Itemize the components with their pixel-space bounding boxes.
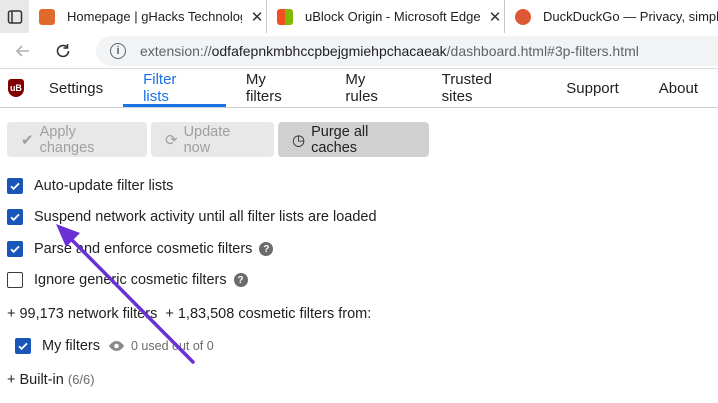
tab-trusted-sites[interactable]: Trusted sites bbox=[422, 69, 547, 107]
my-filters-usage: 0 used out of 0 bbox=[131, 339, 214, 353]
browser-tab-ghacks[interactable]: Homepage | gHacks Technology News ✕ bbox=[29, 0, 267, 33]
option-auto-update: Auto-update filter lists bbox=[7, 178, 173, 194]
tab-my-filters[interactable]: My filters bbox=[226, 69, 326, 107]
option-suspend-network: Suspend network activity until all filte… bbox=[7, 209, 377, 225]
refresh-icon: ⟳ bbox=[165, 131, 178, 149]
cosmetic-filters-label: Parse and enforce cosmetic filters bbox=[34, 241, 253, 257]
filter-summary: + 99,173 network filters + 1,83,508 cosm… bbox=[7, 306, 371, 322]
url-field[interactable]: i extension://odfafepnkmbhccpbejgmiehpch… bbox=[96, 35, 718, 66]
tab-actions-icon bbox=[7, 9, 22, 24]
option-cosmetic-filters: Parse and enforce cosmetic filters ? bbox=[7, 241, 274, 257]
tab-about[interactable]: About bbox=[639, 69, 718, 107]
cosmetic-filters-checkbox[interactable] bbox=[7, 241, 23, 257]
address-bar-row: i extension://odfafepnkmbhccpbejgmiehpch… bbox=[0, 33, 718, 69]
ignore-generic-checkbox[interactable] bbox=[7, 272, 23, 288]
tab-filter-lists[interactable]: Filter lists bbox=[123, 69, 226, 107]
dashboard-nav: uB Settings Filter lists My filters My r… bbox=[0, 70, 718, 108]
my-filters-label: My filters bbox=[42, 338, 100, 354]
clock-icon: ◷ bbox=[292, 131, 306, 149]
check-icon: ✔ bbox=[21, 131, 34, 149]
duckduckgo-favicon bbox=[515, 8, 531, 25]
tab-support[interactable]: Support bbox=[546, 69, 639, 107]
apply-changes-label: Apply changes bbox=[39, 123, 95, 156]
tab-title: uBlock Origin - Microsoft Edge Add-ons bbox=[305, 9, 480, 24]
cosmetic-filter-count: + 1,83,508 cosmetic filters from: bbox=[165, 306, 372, 322]
tab-my-rules[interactable]: My rules bbox=[325, 69, 421, 107]
eye-icon[interactable] bbox=[108, 340, 125, 352]
network-filter-count: + 99,173 network filters bbox=[7, 306, 158, 322]
checkmark-icon bbox=[18, 342, 28, 351]
close-tab-icon[interactable]: ✕ bbox=[248, 8, 266, 26]
checkmark-icon bbox=[10, 182, 20, 191]
option-ignore-generic: Ignore generic cosmetic filters ? bbox=[7, 272, 248, 288]
ublock-logo: uB bbox=[8, 79, 24, 97]
purge-caches-button[interactable]: ◷ Purge all caches bbox=[278, 122, 429, 157]
apply-changes-button[interactable]: ✔ Apply changes bbox=[7, 122, 147, 157]
url-host: odfafepnkmbhccpbejgmiehpchacaeak bbox=[211, 42, 447, 59]
help-icon[interactable]: ? bbox=[259, 242, 274, 256]
browser-tab-strip: Homepage | gHacks Technology News ✕ uBlo… bbox=[0, 0, 718, 33]
builtin-group[interactable]: + Built-in (6/6) bbox=[7, 372, 95, 388]
suspend-network-label: Suspend network activity until all filte… bbox=[34, 209, 377, 225]
browser-tab-ublock[interactable]: uBlock Origin - Microsoft Edge Add-ons ✕ bbox=[267, 0, 505, 33]
microsoft-favicon bbox=[277, 8, 293, 25]
site-info-icon[interactable]: i bbox=[110, 42, 126, 59]
tab-actions-button[interactable] bbox=[0, 0, 29, 33]
back-button[interactable] bbox=[6, 34, 40, 68]
help-icon[interactable]: ? bbox=[233, 273, 248, 287]
ignore-generic-label: Ignore generic cosmetic filters bbox=[34, 272, 227, 288]
my-filters-entry: My filters 0 used out of 0 bbox=[15, 338, 214, 354]
auto-update-label: Auto-update filter lists bbox=[34, 178, 174, 194]
filter-toolbar: ✔ Apply changes ⟳ Update now ◷ Purge all… bbox=[7, 122, 429, 157]
reload-button[interactable] bbox=[46, 34, 80, 68]
auto-update-checkbox[interactable] bbox=[7, 178, 23, 194]
url-scheme: extension:// bbox=[140, 42, 212, 59]
update-now-label: Update now bbox=[183, 123, 231, 156]
close-tab-icon[interactable]: ✕ bbox=[486, 8, 504, 26]
ghacks-favicon bbox=[39, 8, 55, 25]
my-filters-checkbox[interactable] bbox=[15, 338, 31, 354]
builtin-label: + Built-in bbox=[7, 372, 64, 388]
browser-tab-duckduckgo[interactable]: DuckDuckGo — Privacy, simplified. bbox=[505, 0, 718, 33]
purge-caches-label: Purge all caches bbox=[311, 123, 369, 156]
tab-title: Homepage | gHacks Technology News bbox=[67, 9, 242, 24]
builtin-count: (6/6) bbox=[67, 372, 95, 387]
tab-title: DuckDuckGo — Privacy, simplified. bbox=[543, 9, 718, 24]
tab-settings[interactable]: Settings bbox=[24, 69, 123, 107]
reload-icon bbox=[56, 43, 70, 57]
url-path: /dashboard.html#3p-filters.html bbox=[446, 42, 639, 59]
suspend-network-checkbox[interactable] bbox=[7, 209, 23, 225]
checkmark-icon bbox=[10, 245, 20, 254]
checkmark-icon bbox=[10, 213, 20, 222]
back-arrow-icon bbox=[15, 44, 29, 57]
update-now-button[interactable]: ⟳ Update now bbox=[151, 122, 274, 157]
